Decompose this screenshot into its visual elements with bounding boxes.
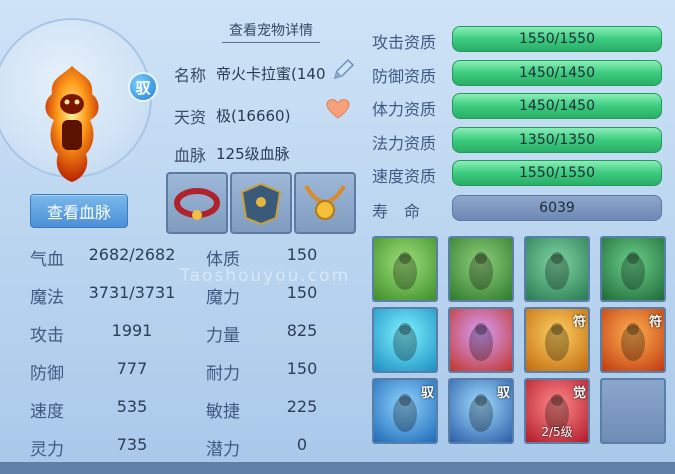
skill-tag: 觉 <box>572 386 586 401</box>
skill-tag: 符 <box>648 315 662 330</box>
green-shadow-icon <box>469 252 493 290</box>
bottom-bar <box>0 462 675 474</box>
skill-tag: 符 <box>572 315 586 330</box>
skill-tag: 驭 <box>496 386 510 401</box>
red-talisman-icon <box>469 323 493 361</box>
blue-flame-icon <box>393 323 417 361</box>
skill-slot[interactable]: 符 <box>600 307 666 373</box>
green-warrior-icon <box>621 252 645 290</box>
skill-slot[interactable]: 驭 <box>448 378 514 444</box>
skill-slot[interactable] <box>372 236 438 302</box>
skill-level: 2/5级 <box>541 425 573 439</box>
green-strength-icon <box>393 252 417 290</box>
green-figure-icon <box>545 252 569 290</box>
skills-grid: 符 符驭 驭 觉 2/5级 <box>0 0 675 474</box>
skill-tag: 驭 <box>420 386 434 401</box>
skill-slot[interactable] <box>448 236 514 302</box>
skill-slot[interactable] <box>372 307 438 373</box>
skill-slot[interactable] <box>524 236 590 302</box>
skill-slot[interactable] <box>448 307 514 373</box>
skill-slot[interactable]: 驭 <box>372 378 438 444</box>
skill-slot[interactable] <box>600 378 666 444</box>
skill-slot[interactable]: 符 <box>524 307 590 373</box>
skill-slot[interactable]: 觉 2/5级 <box>524 378 590 444</box>
skill-slot[interactable] <box>600 236 666 302</box>
